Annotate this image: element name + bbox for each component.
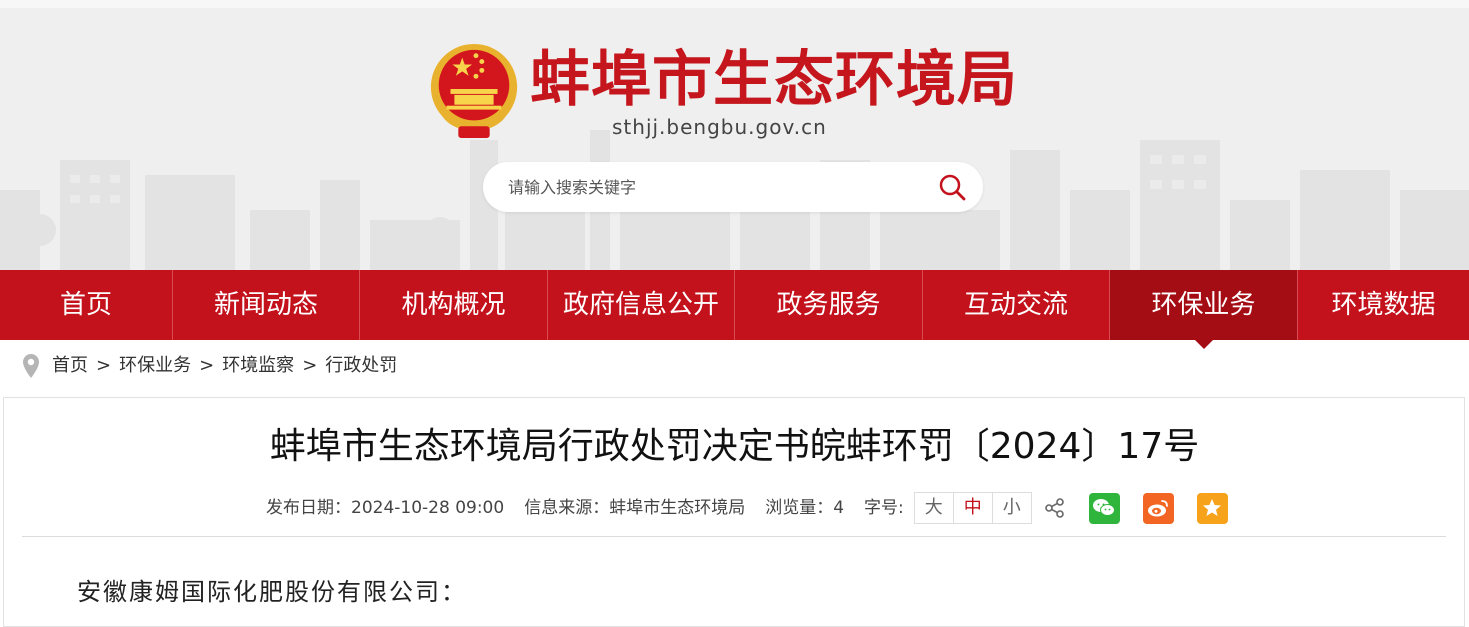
article-meta: 发布日期：2024-10-28 09:00 信息来源：蚌埠市生态环境局 浏览量：…	[266, 492, 1228, 524]
site-title: 蚌埠市生态环境局	[530, 45, 1018, 115]
font-size-small-button[interactable]: 小	[991, 493, 1031, 523]
weibo-share-button[interactable]	[1142, 492, 1174, 524]
nav-item-news[interactable]: 新闻动态	[172, 270, 359, 340]
breadcrumb: 首页 > 环保业务 > 环境监察 > 行政处罚	[22, 352, 397, 380]
site-domain: sthjj.bengbu.gov.cn	[612, 115, 827, 139]
font-size-large-button[interactable]: 大	[915, 493, 953, 523]
nav-item-interaction[interactable]: 互动交流	[922, 270, 1109, 340]
article-title: 蚌埠市生态环境局行政处罚决定书皖蚌环罚〔2024〕17号	[269, 426, 1200, 467]
view-count: 浏览量：4	[765, 498, 845, 518]
nav-item-home[interactable]: 首页	[0, 270, 172, 340]
breadcrumb-separator: >	[96, 355, 112, 376]
wechat-share-button[interactable]	[1088, 492, 1120, 524]
nav-item-info-disclosure[interactable]: 政府信息公开	[547, 270, 734, 340]
national-emblem-icon	[430, 43, 518, 139]
weibo-icon	[1148, 500, 1169, 517]
search-box	[483, 162, 983, 212]
wechat-icon	[1093, 499, 1116, 516]
font-size-label: 字号:	[864, 498, 904, 518]
title-divider	[22, 536, 1446, 537]
search-input[interactable]	[508, 162, 908, 212]
breadcrumb-env-business[interactable]: 环保业务	[119, 352, 191, 380]
share-icon[interactable]	[1044, 497, 1066, 519]
nav-item-organization[interactable]: 机构概况	[359, 270, 547, 340]
breadcrumb-env-inspection[interactable]: 环境监察	[222, 352, 294, 380]
breadcrumb-home[interactable]: 首页	[52, 352, 88, 380]
breadcrumb-separator: >	[199, 355, 215, 376]
font-size-switch: 大 中 小	[913, 492, 1032, 524]
main-nav: 首页 新闻动态 机构概况 政府信息公开 政务服务 互动交流 环保业务 环境数据	[0, 270, 1469, 349]
article-addressee: 安徽康姆国际化肥股份有限公司：	[77, 578, 467, 606]
nav-item-env-data[interactable]: 环境数据	[1297, 270, 1469, 340]
favorite-button[interactable]	[1196, 492, 1228, 524]
nav-item-services[interactable]: 政务服务	[734, 270, 922, 340]
star-icon	[1203, 499, 1222, 516]
font-size-medium-button[interactable]: 中	[952, 493, 992, 523]
location-pin-icon	[23, 354, 39, 378]
info-source: 信息来源：蚌埠市生态环境局	[524, 498, 746, 518]
breadcrumb-admin-penalty[interactable]: 行政处罚	[325, 352, 397, 380]
search-icon[interactable]	[937, 172, 967, 202]
publish-date: 发布日期：2024-10-28 09:00	[266, 498, 505, 518]
nav-item-env-business[interactable]: 环保业务	[1109, 270, 1297, 349]
breadcrumb-separator: >	[302, 355, 318, 376]
